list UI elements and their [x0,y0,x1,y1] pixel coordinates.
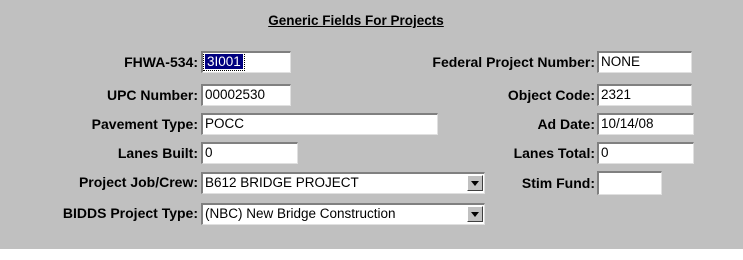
generic-fields-panel: Generic Fields For Projects FHWA-534: 3I… [0,0,743,249]
project-job-crew-label: Project Job/Crew: [78,174,198,190]
project-job-crew-select[interactable]: B612 BRIDGE PROJECT [201,172,485,194]
chevron-down-icon[interactable] [467,175,483,191]
object-code-field[interactable]: 2321 [597,84,692,106]
fhwa534-label: FHWA-534: [124,54,198,70]
federal-project-number-label: Federal Project Number: [432,54,595,70]
pavement-type-field[interactable]: POCC [201,113,438,135]
upc-number-field[interactable]: 00002530 [201,84,291,106]
lanes-total-field[interactable]: 0 [597,142,694,164]
federal-project-number-field[interactable]: NONE [597,51,692,73]
object-code-label: Object Code: [507,87,595,103]
lanes-built-label: Lanes Built: [117,145,198,161]
stim-fund-label: Stim Fund: [521,175,595,191]
upc-number-label: UPC Number: [106,87,198,103]
fhwa534-value: 3I001 [203,53,245,71]
pavement-type-label: Pavement Type: [91,116,198,132]
project-job-crew-value: B612 BRIDGE PROJECT [205,175,359,190]
stim-fund-field[interactable] [597,171,662,195]
ad-date-label: Ad Date: [537,116,595,132]
chevron-down-icon[interactable] [467,206,483,222]
section-title: Generic Fields For Projects [268,13,444,28]
bidds-project-type-select[interactable]: (NBC) New Bridge Construction [201,203,485,225]
lanes-total-label: Lanes Total: [513,145,595,161]
bidds-project-type-label: BIDDS Project Type: [62,205,198,221]
fhwa534-field[interactable]: 3I001 [201,51,291,73]
bidds-project-type-value: (NBC) New Bridge Construction [205,206,396,221]
ad-date-field[interactable]: 10/14/08 [597,113,694,135]
lanes-built-field[interactable]: 0 [201,142,298,164]
